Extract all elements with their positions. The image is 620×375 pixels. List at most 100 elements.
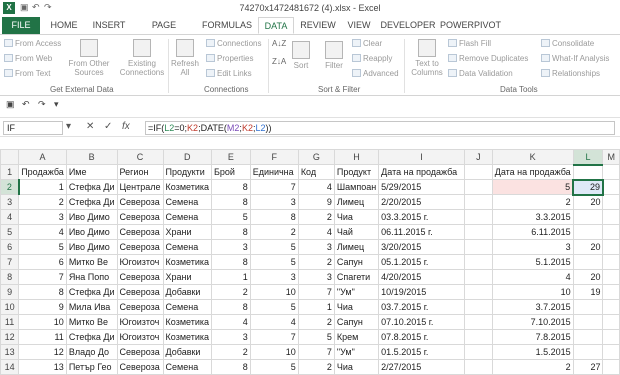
formula-input[interactable]: =IF(L2=0;K2;DATE(M2;K2;L2)) <box>145 121 615 135</box>
cell-g13[interactable]: 7 <box>297 344 335 360</box>
tab-formulas[interactable]: FORMULAS <box>198 17 256 34</box>
column-header-m[interactable]: M <box>602 149 620 165</box>
cell-b1[interactable]: Име <box>65 164 118 180</box>
row-header[interactable]: 14 <box>0 359 20 375</box>
cell-f10[interactable]: 5 <box>249 299 299 315</box>
cell-d2[interactable]: Козметика <box>162 179 213 195</box>
cell-j1[interactable] <box>463 164 493 180</box>
cell-e9[interactable]: 2 <box>211 284 251 300</box>
cell-k8[interactable]: 4 <box>491 269 574 285</box>
cell-b5[interactable]: Иво Димо <box>65 224 118 240</box>
cell-k9[interactable]: 10 <box>491 284 574 300</box>
row-header[interactable]: 10 <box>0 299 20 315</box>
edit-links-button[interactable]: Edit Links <box>206 69 252 78</box>
cell-b4[interactable]: Иво Димо <box>65 209 118 225</box>
cell-m8[interactable] <box>602 269 620 285</box>
cell-h9[interactable]: "Ум" <box>333 284 380 300</box>
cell-i2[interactable]: 5/29/2015 <box>378 179 465 195</box>
cell-g10[interactable]: 1 <box>297 299 335 315</box>
cell-l14[interactable]: 27 <box>572 359 604 375</box>
cell-c4[interactable]: Североза <box>116 209 164 225</box>
cell-h4[interactable]: Чиа <box>333 209 380 225</box>
cell-h2[interactable]: Шампоан <box>333 179 380 195</box>
connections-button[interactable]: Connections <box>206 39 261 48</box>
properties-button[interactable]: Properties <box>206 54 253 63</box>
cell-l3[interactable]: 20 <box>572 194 604 210</box>
cell-i7[interactable]: 05.1.2015 г. <box>378 254 465 270</box>
cell-i14[interactable]: 2/27/2015 <box>378 359 465 375</box>
cell-l12[interactable] <box>572 329 604 345</box>
column-header-l[interactable]: L <box>572 149 604 166</box>
cell-d8[interactable]: Храни <box>162 269 213 285</box>
cell-k1[interactable]: Дата на продажба <box>491 164 574 180</box>
insert-function-icon[interactable]: fx <box>122 121 130 132</box>
cell-f13[interactable]: 10 <box>249 344 299 360</box>
cell-e11[interactable]: 4 <box>211 314 251 330</box>
cell-f8[interactable]: 3 <box>249 269 299 285</box>
cell-a3[interactable]: 2 <box>18 194 67 210</box>
cell-a7[interactable]: 6 <box>18 254 67 270</box>
tab-data[interactable]: DATA <box>258 17 294 34</box>
cell-l1[interactable] <box>572 164 604 180</box>
cell-d3[interactable]: Семена <box>162 194 213 210</box>
cell-c9[interactable]: Североза <box>116 284 164 300</box>
cell-j4[interactable] <box>463 209 493 225</box>
cell-j3[interactable] <box>463 194 493 210</box>
cell-k10[interactable]: 3.7.2015 <box>491 299 574 315</box>
cell-m14[interactable] <box>602 359 620 375</box>
cell-b6[interactable]: Иво Димо <box>65 239 118 255</box>
cell-d14[interactable]: Семена <box>162 359 213 375</box>
row-header[interactable]: 11 <box>0 314 20 330</box>
tab-view[interactable]: VIEW <box>342 17 376 34</box>
cell-d12[interactable]: Козметика <box>162 329 213 345</box>
row-header[interactable]: 9 <box>0 284 20 300</box>
cell-m5[interactable] <box>602 224 620 240</box>
sort-za-button[interactable]: Z↓A <box>272 57 286 66</box>
cell-g8[interactable]: 3 <box>297 269 335 285</box>
row-header[interactable]: 5 <box>0 224 20 240</box>
cell-a4[interactable]: 3 <box>18 209 67 225</box>
cell-d6[interactable]: Семена <box>162 239 213 255</box>
cell-c14[interactable]: Североза <box>116 359 164 375</box>
column-header-b[interactable]: B <box>65 149 118 165</box>
cell-h12[interactable]: Крем <box>333 329 380 345</box>
cell-f4[interactable]: 8 <box>249 209 299 225</box>
redo-icon[interactable]: ↷ <box>38 99 46 110</box>
row-header[interactable]: 3 <box>0 194 20 210</box>
cell-k6[interactable]: 3 <box>491 239 574 255</box>
cell-i6[interactable]: 3/20/2015 <box>378 239 465 255</box>
row-header[interactable]: 2 <box>0 179 20 195</box>
cell-c7[interactable]: Югоизточ <box>116 254 164 270</box>
remove-duplicates-button[interactable]: Remove Duplicates <box>448 54 528 63</box>
cell-d13[interactable]: Добавки <box>162 344 213 360</box>
cell-d7[interactable]: Козметика <box>162 254 213 270</box>
cell-m11[interactable] <box>602 314 620 330</box>
tab-review[interactable]: REVIEW <box>298 17 338 34</box>
cell-a14[interactable]: 13 <box>18 359 67 375</box>
cell-k2[interactable]: 5 <box>491 179 574 195</box>
cell-j7[interactable] <box>463 254 493 270</box>
cell-c8[interactable]: Североза <box>116 269 164 285</box>
existing-connections-button[interactable]: Existing Connections <box>118 39 166 77</box>
cell-j14[interactable] <box>463 359 493 375</box>
cell-i13[interactable]: 01.5.2015 г. <box>378 344 465 360</box>
row-header[interactable]: 7 <box>0 254 20 270</box>
cell-e13[interactable]: 2 <box>211 344 251 360</box>
relationships-button[interactable]: Relationships <box>541 69 600 78</box>
cell-d1[interactable]: Продукти <box>162 164 213 180</box>
from-other-sources-button[interactable]: From Other Sources <box>63 39 115 77</box>
cell-h13[interactable]: "Ум" <box>333 344 380 360</box>
cell-e1[interactable]: Брой <box>211 164 251 180</box>
cell-b7[interactable]: Митко Ве <box>65 254 118 270</box>
undo-icon[interactable]: ↶ <box>22 99 30 110</box>
cell-l7[interactable] <box>572 254 604 270</box>
cell-i3[interactable]: 2/20/2015 <box>378 194 465 210</box>
column-header-c[interactable]: C <box>116 149 164 165</box>
from-text-button[interactable]: From Text <box>4 69 50 78</box>
cell-a8[interactable]: 7 <box>18 269 67 285</box>
cell-j12[interactable] <box>463 329 493 345</box>
cell-a1[interactable]: Продажба <box>18 164 67 180</box>
cell-k14[interactable]: 2 <box>491 359 574 375</box>
cell-g5[interactable]: 4 <box>297 224 335 240</box>
cell-a9[interactable]: 8 <box>18 284 67 300</box>
